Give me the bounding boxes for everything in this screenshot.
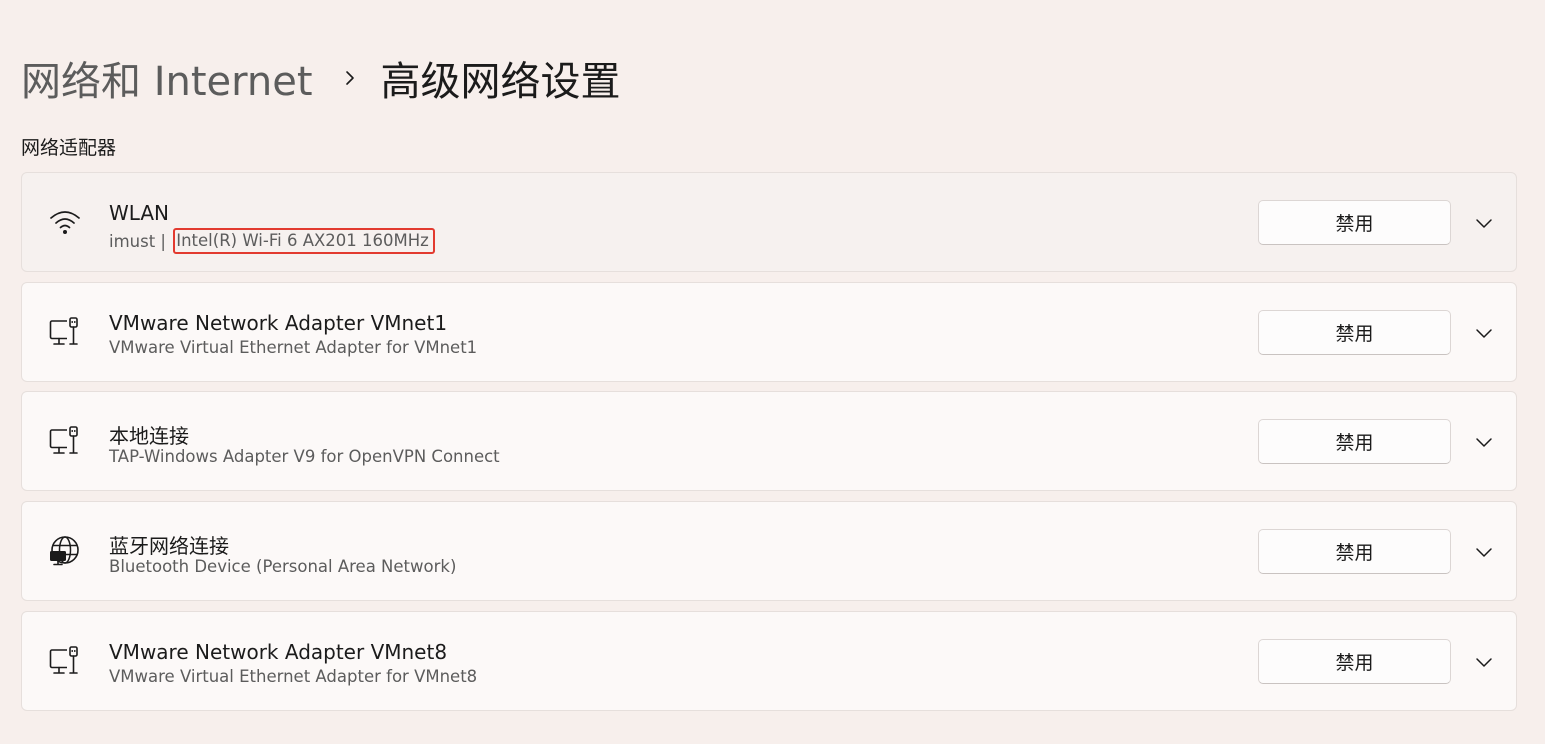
adapter-card-bluetooth[interactable]: 蓝牙网络连接 Bluetooth Device (Personal Area N… [21, 501, 1517, 601]
adapter-card-local-connection[interactable]: 本地连接 TAP-Windows Adapter V9 for OpenVPN … [21, 391, 1517, 491]
adapter-card-vmnet1[interactable]: VMware Network Adapter VMnet1 VMware Vir… [21, 282, 1517, 382]
adapter-card-wlan[interactable]: WLAN imust | Intel(R) Wi-Fi 6 AX201 160M… [21, 172, 1517, 272]
adapter-description: VMware Virtual Ethernet Adapter for VMne… [109, 667, 478, 686]
adapter-name: VMware Network Adapter VMnet1 [109, 311, 448, 335]
chevron-right-icon [341, 69, 359, 87]
adapter-description: Bluetooth Device (Personal Area Network) [109, 557, 457, 576]
chevron-down-icon[interactable] [1474, 432, 1494, 452]
adapter-description-highlighted: Intel(R) Wi-Fi 6 AX201 160MHz [173, 228, 435, 254]
disable-button[interactable]: 禁用 [1258, 200, 1451, 245]
section-title: 网络适配器 [21, 137, 117, 159]
disable-button[interactable]: 禁用 [1258, 639, 1451, 684]
adapter-description: VMware Virtual Ethernet Adapter for VMne… [109, 338, 478, 357]
ethernet-adapter-icon [48, 315, 82, 349]
chevron-down-icon[interactable] [1474, 213, 1494, 233]
breadcrumb-parent[interactable]: 网络和 Internet [21, 49, 313, 107]
ethernet-adapter-icon [48, 644, 82, 678]
adapter-name: 本地连接 [109, 424, 189, 448]
adapter-name: 蓝牙网络连接 [109, 534, 229, 558]
adapter-name: WLAN [109, 201, 170, 225]
breadcrumb: 网络和 Internet 高级网络设置 [21, 50, 621, 106]
chevron-down-icon[interactable] [1474, 652, 1494, 672]
chevron-down-icon[interactable] [1474, 542, 1494, 562]
adapter-network-prefix: imust | [109, 231, 172, 251]
adapter-description: TAP-Windows Adapter V9 for OpenVPN Conne… [109, 447, 500, 466]
chevron-down-icon[interactable] [1474, 323, 1494, 343]
globe-network-icon [48, 534, 82, 568]
adapter-card-vmnet8[interactable]: VMware Network Adapter VMnet8 VMware Vir… [21, 611, 1517, 711]
page-title: 高级网络设置 [380, 59, 621, 105]
disable-button[interactable]: 禁用 [1258, 419, 1451, 464]
disable-button[interactable]: 禁用 [1258, 529, 1451, 574]
adapter-name: VMware Network Adapter VMnet8 [109, 640, 448, 664]
adapter-subtitle: imust | Intel(R) Wi-Fi 6 AX201 160MHz [109, 228, 435, 254]
ethernet-adapter-icon [48, 424, 82, 458]
disable-button[interactable]: 禁用 [1258, 310, 1451, 355]
wifi-icon [48, 205, 82, 239]
